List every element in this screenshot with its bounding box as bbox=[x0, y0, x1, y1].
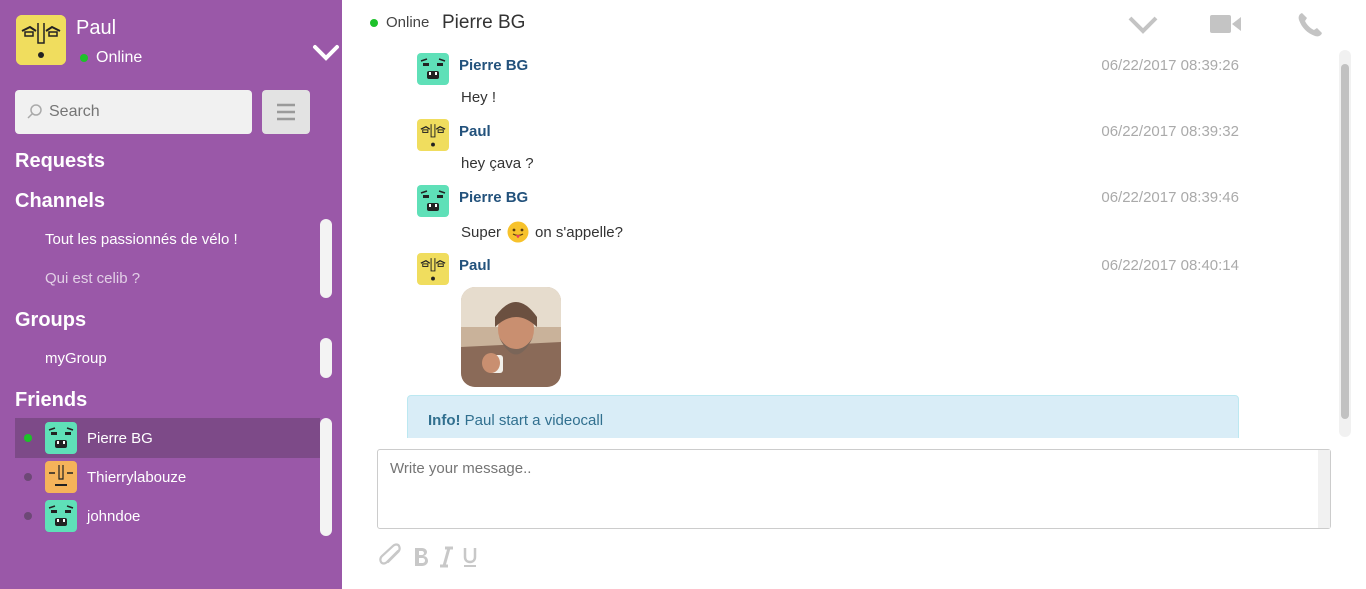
chevron-down-icon[interactable] bbox=[1128, 16, 1158, 39]
current-user: Paul Online bbox=[16, 15, 339, 67]
message-text: hey çava ? bbox=[461, 155, 534, 172]
user-status: Online bbox=[80, 49, 142, 67]
channels-scrollbar[interactable] bbox=[320, 219, 332, 298]
message: Paul 06/22/2017 08:40:14 bbox=[417, 253, 1239, 393]
message-text: Super on s'appelle? bbox=[461, 221, 623, 243]
formatting-toolbar bbox=[378, 543, 486, 577]
sidebar: Paul Online Requests Channels Tout les p… bbox=[0, 0, 342, 589]
message-avatar bbox=[417, 253, 449, 285]
chevron-down-icon[interactable] bbox=[312, 43, 340, 68]
info-label: Info! bbox=[428, 412, 461, 429]
message-list: Pierre BG 06/22/2017 08:39:26 Hey ! Paul… bbox=[342, 46, 1352, 438]
message-avatar bbox=[417, 53, 449, 85]
message-author[interactable]: Paul bbox=[459, 257, 491, 274]
message-image[interactable] bbox=[461, 287, 561, 387]
message-input[interactable] bbox=[378, 450, 1318, 528]
conversation-status-label: Online bbox=[386, 14, 430, 31]
friend-avatar bbox=[45, 500, 77, 532]
message-avatar bbox=[417, 185, 449, 217]
friend-name: Thierrylabouze bbox=[87, 468, 187, 486]
friend-avatar bbox=[45, 461, 77, 493]
friend-item[interactable]: Thierrylabouze bbox=[15, 457, 320, 497]
group-item[interactable]: myGroup bbox=[45, 350, 107, 367]
search-icon bbox=[27, 104, 42, 119]
info-alert: Info! Paul start a videocall bbox=[407, 395, 1239, 438]
conversation-title: Pierre BG bbox=[442, 12, 526, 33]
tongue-emoji-icon bbox=[507, 221, 529, 243]
message-timestamp: 06/22/2017 08:39:26 bbox=[1101, 57, 1239, 74]
search-box[interactable] bbox=[15, 90, 252, 134]
message-avatar bbox=[417, 119, 449, 151]
online-indicator bbox=[24, 434, 32, 442]
friends-scrollbar[interactable] bbox=[320, 418, 332, 536]
online-indicator bbox=[370, 18, 378, 27]
composer-scrollbar[interactable] bbox=[1318, 450, 1330, 528]
info-text: Paul start a videocall bbox=[464, 412, 604, 429]
message-text: Hey ! bbox=[461, 89, 497, 106]
friend-name: Pierre BG bbox=[87, 429, 153, 447]
search-input[interactable] bbox=[49, 103, 239, 121]
underline-icon[interactable] bbox=[462, 546, 478, 574]
channel-item[interactable]: Qui est celib ? bbox=[45, 270, 140, 287]
italic-icon[interactable] bbox=[438, 546, 454, 574]
message-text-before: Super bbox=[461, 223, 502, 241]
video-camera-icon[interactable] bbox=[1210, 14, 1242, 39]
hamburger-menu-icon bbox=[277, 103, 295, 121]
section-channels[interactable]: Channels bbox=[15, 190, 105, 213]
menu-button[interactable] bbox=[262, 90, 310, 134]
message-list-scrollbar[interactable] bbox=[1339, 50, 1351, 437]
user-avatar[interactable] bbox=[16, 15, 66, 65]
section-friends[interactable]: Friends bbox=[15, 389, 87, 412]
user-name: Paul bbox=[76, 17, 117, 39]
message-timestamp: 06/22/2017 08:40:14 bbox=[1101, 257, 1239, 274]
groups-scrollbar[interactable] bbox=[320, 338, 332, 378]
message-author[interactable]: Paul bbox=[459, 123, 491, 140]
conversation-status: Online bbox=[370, 14, 429, 31]
message-text-after: on s'appelle? bbox=[535, 223, 623, 241]
friend-item[interactable]: johndoe bbox=[15, 496, 320, 536]
section-groups[interactable]: Groups bbox=[15, 309, 86, 332]
friend-name: johndoe bbox=[87, 507, 141, 525]
message-timestamp: 06/22/2017 08:39:46 bbox=[1101, 189, 1239, 206]
scrollbar-thumb[interactable] bbox=[1341, 64, 1349, 419]
message-author[interactable]: Pierre BG bbox=[459, 57, 528, 74]
online-indicator bbox=[80, 54, 88, 62]
message: Pierre BG 06/22/2017 08:39:26 Hey ! bbox=[417, 53, 1239, 113]
offline-indicator bbox=[24, 512, 32, 520]
message-author[interactable]: Pierre BG bbox=[459, 189, 528, 206]
conversation-header: Online Pierre BG bbox=[342, 0, 1366, 46]
bold-icon[interactable] bbox=[412, 546, 430, 574]
user-status-label: Online bbox=[96, 49, 143, 66]
message-composer bbox=[377, 449, 1331, 529]
offline-indicator bbox=[24, 473, 32, 481]
phone-icon[interactable] bbox=[1296, 11, 1324, 44]
friend-item[interactable]: Pierre BG bbox=[15, 418, 320, 458]
paperclip-icon[interactable] bbox=[378, 543, 404, 577]
message-timestamp: 06/22/2017 08:39:32 bbox=[1101, 123, 1239, 140]
message: Paul 06/22/2017 08:39:32 hey çava ? bbox=[417, 119, 1239, 179]
message: Pierre BG 06/22/2017 08:39:46 Super on s… bbox=[417, 185, 1239, 247]
section-requests[interactable]: Requests bbox=[15, 150, 105, 173]
channel-item[interactable]: Tout les passionnés de vélo ! bbox=[45, 231, 238, 248]
friend-avatar bbox=[45, 422, 77, 454]
